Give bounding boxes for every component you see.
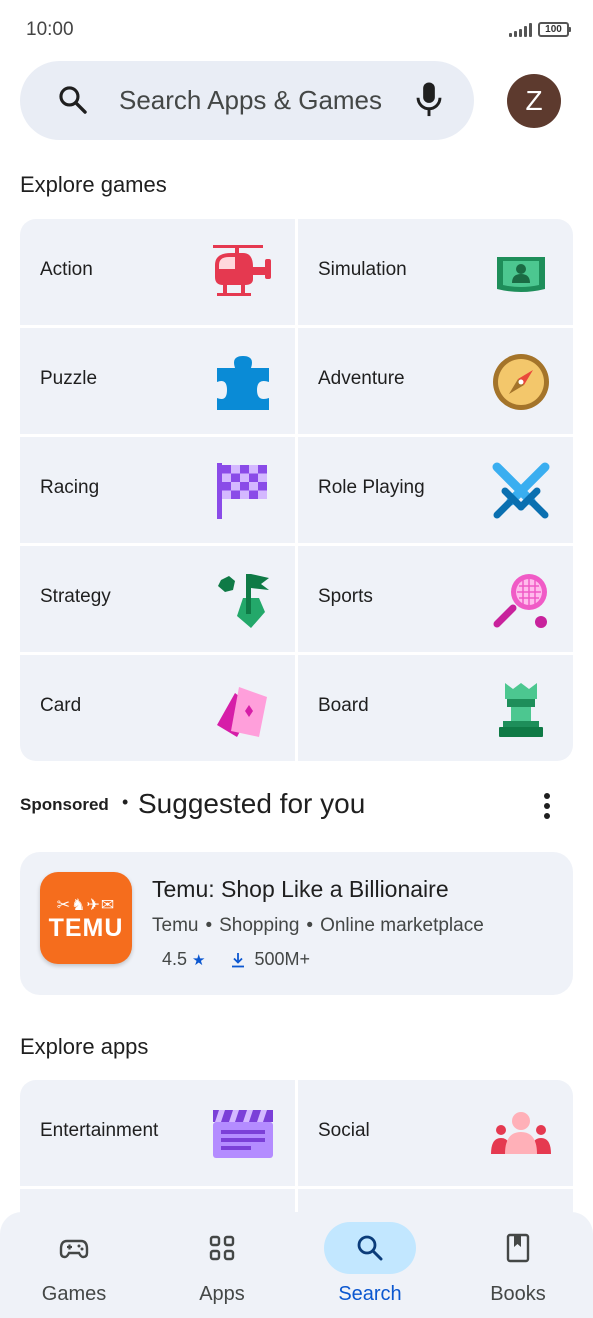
nav-label: Search bbox=[338, 1283, 402, 1305]
category-label: Simulation bbox=[318, 259, 407, 280]
app-category: Shopping bbox=[219, 915, 300, 936]
more-vert-icon[interactable] bbox=[539, 790, 555, 822]
nav-search[interactable]: Search bbox=[296, 1212, 444, 1318]
category-label: Role Playing bbox=[318, 477, 425, 498]
app-tag: Online marketplace bbox=[320, 915, 484, 936]
gamepad-icon bbox=[59, 1239, 89, 1259]
signal-icon bbox=[509, 22, 532, 37]
apps-grid-icon bbox=[209, 1235, 235, 1261]
app-downloads: 500M+ bbox=[254, 949, 311, 969]
category-label: Strategy bbox=[40, 586, 111, 607]
app-meta: Temu • Shopping • Online marketplace bbox=[152, 915, 484, 937]
category-entertainment[interactable]: Entertainment bbox=[20, 1080, 295, 1186]
playing-cards-icon bbox=[217, 687, 267, 737]
category-label: Action bbox=[40, 259, 93, 280]
category-label: Racing bbox=[40, 477, 100, 498]
search-icon bbox=[59, 86, 87, 114]
nav-icon-container bbox=[28, 1222, 120, 1274]
nav-label: Apps bbox=[199, 1283, 245, 1305]
explore-apps-title: Explore apps bbox=[20, 1034, 149, 1059]
nav-games[interactable]: Games bbox=[0, 1212, 148, 1318]
sponsored-label: Sponsored bbox=[20, 795, 109, 814]
category-label: Social bbox=[318, 1120, 370, 1141]
category-label: Entertainment bbox=[40, 1120, 159, 1141]
stadium-icon bbox=[497, 257, 545, 292]
category-strategy[interactable]: Strategy bbox=[20, 546, 295, 652]
meta-separator: • bbox=[205, 915, 213, 936]
battery-icon: 100 bbox=[538, 22, 571, 37]
search-bar[interactable]: Search Apps & Games bbox=[20, 61, 474, 140]
tennis-racket-icon bbox=[493, 574, 547, 628]
category-puzzle[interactable]: Puzzle bbox=[20, 328, 295, 434]
chess-rook-icon bbox=[499, 683, 543, 737]
microphone-icon[interactable] bbox=[414, 81, 444, 119]
nav-apps[interactable]: Apps bbox=[148, 1212, 296, 1318]
nav-icon-container bbox=[176, 1222, 268, 1274]
download-icon bbox=[232, 952, 245, 967]
compass-icon bbox=[493, 354, 549, 410]
app-icon-text: TEMU bbox=[48, 914, 124, 942]
suggested-title: Suggested for you bbox=[138, 788, 366, 819]
category-label: Puzzle bbox=[40, 368, 98, 389]
helicopter-icon bbox=[213, 245, 271, 296]
nav-label: Games bbox=[41, 1283, 107, 1305]
star-icon: ★ bbox=[192, 951, 206, 969]
category-sports[interactable]: Sports bbox=[298, 546, 573, 652]
crossed-swords-icon bbox=[492, 462, 550, 519]
games-category-grid: Action Simulation Puzzle Adventure Racin… bbox=[20, 219, 573, 761]
nav-label: Books bbox=[490, 1283, 546, 1305]
category-label: Adventure bbox=[318, 368, 405, 389]
status-bar: 10:00 100 bbox=[0, 0, 593, 60]
app-stats: 4.5 ★ 500M+ bbox=[162, 949, 310, 970]
suggested-header: Sponsored • Suggested for you bbox=[20, 786, 573, 826]
temu-glyphs-icon: ✂♞✈✉ bbox=[56, 897, 116, 914]
app-icon: ✂♞✈✉ TEMU bbox=[40, 872, 132, 964]
checkered-flag-icon bbox=[217, 463, 267, 519]
bottom-nav: Games Apps Search Books bbox=[0, 1212, 593, 1318]
category-racing[interactable]: Racing bbox=[20, 437, 295, 543]
category-board[interactable]: Board bbox=[298, 655, 573, 761]
category-adventure[interactable]: Adventure bbox=[298, 328, 573, 434]
app-rating: 4.5 bbox=[162, 949, 188, 969]
category-label: Sports bbox=[318, 586, 373, 607]
people-group-icon bbox=[491, 1112, 551, 1154]
category-simulation[interactable]: Simulation bbox=[298, 219, 573, 325]
puzzle-piece-icon bbox=[217, 356, 269, 410]
nav-icon-container-active bbox=[324, 1222, 416, 1274]
book-icon bbox=[506, 1233, 530, 1263]
explore-games-title: Explore games bbox=[20, 172, 167, 197]
status-time: 10:00 bbox=[26, 19, 74, 40]
suggested-app-card[interactable]: ✂♞✈✉ TEMU Temu: Shop Like a Billionaire … bbox=[20, 852, 573, 995]
clapperboard-icon bbox=[213, 1110, 273, 1158]
nav-icon-container bbox=[472, 1222, 564, 1274]
category-label: Board bbox=[318, 695, 369, 716]
avatar[interactable]: Z bbox=[507, 74, 561, 128]
category-action[interactable]: Action bbox=[20, 219, 295, 325]
separator-dot: • bbox=[122, 792, 129, 812]
app-developer: Temu bbox=[152, 915, 199, 936]
category-label: Card bbox=[40, 695, 82, 716]
meta-separator: • bbox=[306, 915, 314, 936]
category-role-playing[interactable]: Role Playing bbox=[298, 437, 573, 543]
app-name: Temu: Shop Like a Billionaire bbox=[152, 876, 449, 902]
status-indicators: 100 bbox=[509, 22, 571, 37]
strategy-flag-icon bbox=[218, 574, 269, 628]
category-social[interactable]: Social bbox=[298, 1080, 573, 1186]
search-input[interactable]: Search Apps & Games bbox=[119, 85, 382, 116]
category-card[interactable]: Card bbox=[20, 655, 295, 761]
nav-books[interactable]: Books bbox=[444, 1212, 592, 1318]
search-icon bbox=[357, 1235, 383, 1261]
